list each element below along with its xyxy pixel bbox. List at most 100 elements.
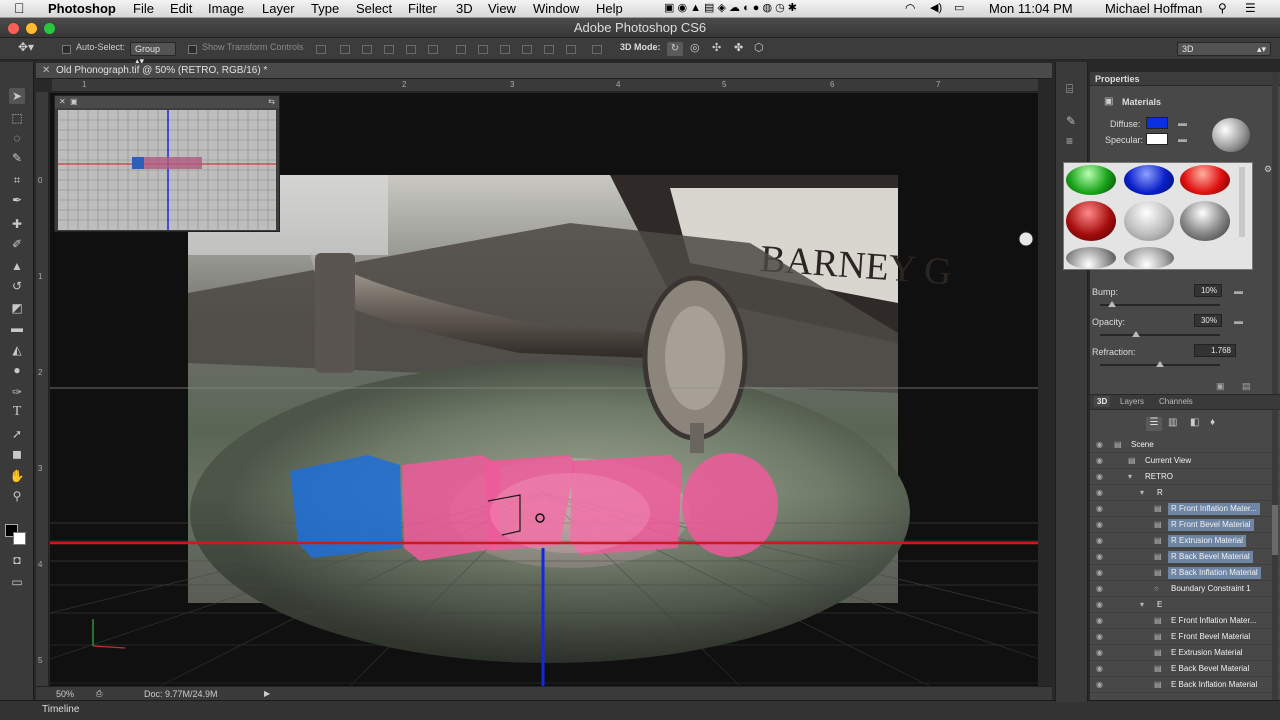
mesh-filter-icon[interactable]: ▥ xyxy=(1168,417,1177,428)
status-arrow-icon[interactable]: ▶ xyxy=(264,687,270,701)
adjust-panel-icon[interactable]: ≡ xyxy=(1066,134,1073,148)
material-blue[interactable] xyxy=(1124,165,1174,195)
quick-mask-icon[interactable]: ◘ xyxy=(9,552,25,568)
gradient-icon[interactable]: ▬ xyxy=(9,320,25,336)
eye-icon[interactable]: ◉ xyxy=(1096,664,1106,674)
scene-row[interactable]: ◉ ▾ RETRO xyxy=(1090,469,1280,485)
scene-filter-icon[interactable]: ☰ xyxy=(1146,417,1162,431)
opacity-slider-thumb[interactable] xyxy=(1132,331,1140,337)
clock[interactable]: Mon 11:04 PM xyxy=(989,1,1073,16)
material-icon[interactable]: ▤ xyxy=(1154,680,1162,689)
materials-tab[interactable]: Materials xyxy=(1122,97,1161,107)
pen-icon[interactable]: ✑ xyxy=(9,384,25,400)
diffuse-color-swatch[interactable] xyxy=(1146,117,1168,129)
eye-icon[interactable]: ◉ xyxy=(1096,536,1106,546)
slide-3d-icon[interactable]: ✤ xyxy=(734,41,743,54)
materials-icon[interactable]: ▣ xyxy=(1104,96,1113,107)
share-icon[interactable]: ⎙ xyxy=(96,687,102,701)
tab-3d[interactable]: 3D xyxy=(1094,396,1111,407)
opacity-value[interactable]: 30% xyxy=(1194,314,1222,327)
align-vcenter-icon[interactable] xyxy=(340,45,350,54)
dodge-icon[interactable]: ● xyxy=(9,362,25,378)
picker-gear-icon[interactable]: ⚙ xyxy=(1264,164,1272,175)
screen-mode-icon[interactable]: ▭ xyxy=(9,574,25,590)
bump-slider-track[interactable] xyxy=(1100,304,1220,306)
apple-icon[interactable]:  xyxy=(14,0,25,16)
tab-channels[interactable]: Channels xyxy=(1159,397,1193,406)
scene-row[interactable]: ◉ ▾ E xyxy=(1090,597,1280,613)
material-metal-2[interactable] xyxy=(1124,247,1174,269)
scene-row[interactable]: ◉ ▤ E Back Inflation Material xyxy=(1090,677,1280,693)
blur-icon[interactable]: ◭ xyxy=(9,342,25,358)
menu-help[interactable]: Help xyxy=(596,1,623,16)
scene-row[interactable]: ◉ ▤ E Front Inflation Mater... xyxy=(1090,613,1280,629)
path-select-icon[interactable]: ➚ xyxy=(9,426,25,442)
volume-icon[interactable]: ◀) xyxy=(930,1,942,14)
crop-icon[interactable]: ⌗ xyxy=(9,172,25,188)
minimize-window-button[interactable] xyxy=(26,23,37,34)
pan-3d-icon[interactable]: ✣ xyxy=(712,41,721,54)
eye-icon[interactable]: ◉ xyxy=(1096,552,1106,562)
zoom-window-button[interactable] xyxy=(44,23,55,34)
material-filter-icon[interactable]: ◧ xyxy=(1190,417,1199,428)
menu-select[interactable]: Select xyxy=(356,1,392,16)
material-icon[interactable]: ▤ xyxy=(1154,520,1162,529)
eye-icon[interactable]: ◉ xyxy=(1096,632,1106,642)
material-icon[interactable]: ▤ xyxy=(1154,504,1162,513)
distribute-hcenter-icon[interactable] xyxy=(544,45,554,54)
secondary-view[interactable]: ✕ ▣ ⇆ xyxy=(54,95,280,232)
move-tool-icon[interactable]: ✥▾ xyxy=(18,40,34,54)
stamp-icon[interactable]: ▲ xyxy=(9,258,25,274)
eye-icon[interactable]: ◉ xyxy=(1096,584,1106,594)
menu-edit[interactable]: Edit xyxy=(170,1,192,16)
wifi-icon[interactable]: ◠ xyxy=(905,1,915,15)
scene-row[interactable]: ◉ ▤ Current View xyxy=(1090,453,1280,469)
disclosure-arrow-icon[interactable]: ▾ xyxy=(1140,488,1144,497)
eye-icon[interactable]: ◉ xyxy=(1096,520,1106,530)
brush-icon[interactable]: ✐ xyxy=(9,236,25,252)
timeline-label[interactable]: Timeline xyxy=(42,701,79,719)
menu-image[interactable]: Image xyxy=(208,1,244,16)
history-panel-icon[interactable]: ⌸ xyxy=(1066,82,1073,97)
material-preview-sphere[interactable] xyxy=(1212,118,1250,152)
auto-select-dropdown[interactable]: Group ▴▾ xyxy=(130,42,176,66)
scene-row[interactable]: ◉ ○ Boundary Constraint 1 xyxy=(1090,581,1280,597)
user-name[interactable]: Michael Hoffman xyxy=(1105,1,1202,16)
material-icon[interactable]: ▤ xyxy=(1154,632,1162,641)
scene-row[interactable]: ◉ ▾ R xyxy=(1090,485,1280,501)
material-metal-1[interactable] xyxy=(1066,247,1116,269)
eye-icon[interactable]: ◉ xyxy=(1096,440,1106,450)
scene-row[interactable]: ◉ ▤ R Back Inflation Material xyxy=(1090,565,1280,581)
timeline-panel[interactable]: Timeline xyxy=(0,700,1280,720)
disclosure-arrow-icon[interactable]: ▾ xyxy=(1128,472,1132,481)
scale-3d-icon[interactable]: ⬡ xyxy=(754,41,764,54)
menu-file[interactable]: File xyxy=(133,1,154,16)
material-icon[interactable]: ▤ xyxy=(1154,616,1162,625)
eye-icon[interactable]: ◉ xyxy=(1096,504,1106,514)
refraction-value[interactable]: 1.768 xyxy=(1194,344,1236,357)
material-glass[interactable] xyxy=(1124,201,1174,241)
material-red[interactable] xyxy=(1180,165,1230,195)
history-brush-icon[interactable]: ↺ xyxy=(9,278,25,294)
refraction-slider-thumb[interactable] xyxy=(1156,361,1164,367)
quick-select-icon[interactable]: ✎ xyxy=(9,150,25,166)
constraint-icon[interactable]: ○ xyxy=(1154,584,1159,593)
scene-row[interactable]: ◉ ▤ R Back Bevel Material xyxy=(1090,549,1280,565)
shape-icon[interactable]: ◼ xyxy=(9,446,25,462)
light-filter-icon[interactable]: ♦ xyxy=(1210,417,1215,428)
healing-icon[interactable]: ✚ xyxy=(9,216,25,232)
app-menu[interactable]: Photoshop xyxy=(48,1,116,16)
render-icon[interactable]: ▣ xyxy=(1216,381,1225,392)
material-green[interactable] xyxy=(1066,165,1116,195)
document-canvas[interactable]: BARNEY G ✕ ▣ ⇆ xyxy=(50,93,1038,686)
scene-scrollbar-thumb[interactable] xyxy=(1272,505,1278,555)
eye-icon[interactable]: ◉ xyxy=(1096,616,1106,626)
scene-row[interactable]: ◉ ▤ R Front Inflation Mater... xyxy=(1090,501,1280,517)
auto-select-checkbox[interactable] xyxy=(62,45,71,54)
opacity-slider-track[interactable] xyxy=(1100,334,1220,336)
scene-scrollbar[interactable] xyxy=(1272,410,1278,700)
eye-icon[interactable]: ◉ xyxy=(1096,488,1106,498)
bump-value[interactable]: 10% xyxy=(1194,284,1222,297)
eye-icon[interactable]: ◉ xyxy=(1096,456,1106,466)
menu-type[interactable]: Type xyxy=(311,1,339,16)
